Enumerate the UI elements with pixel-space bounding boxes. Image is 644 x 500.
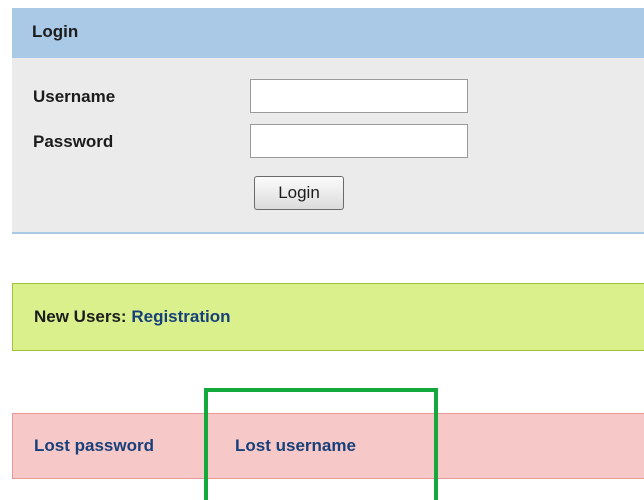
password-input[interactable] <box>250 124 468 158</box>
login-panel: Login Username Password Login <box>12 8 644 234</box>
lost-credentials-bar: Lost password Lost username <box>12 413 644 479</box>
password-label: Password <box>33 132 114 151</box>
page: Login Username Password Login New Users:… <box>0 0 644 500</box>
login-title: Login <box>12 8 644 58</box>
login-button[interactable]: Login <box>254 176 344 210</box>
new-users-bar: New Users: Registration <box>12 283 644 351</box>
username-label: Username <box>33 87 116 106</box>
new-users-label: New Users: <box>34 307 127 326</box>
lost-password-link[interactable]: Lost password <box>34 436 154 456</box>
username-input[interactable] <box>250 79 468 113</box>
lost-username-link[interactable]: Lost username <box>235 436 356 456</box>
registration-link[interactable]: Registration <box>131 307 230 326</box>
